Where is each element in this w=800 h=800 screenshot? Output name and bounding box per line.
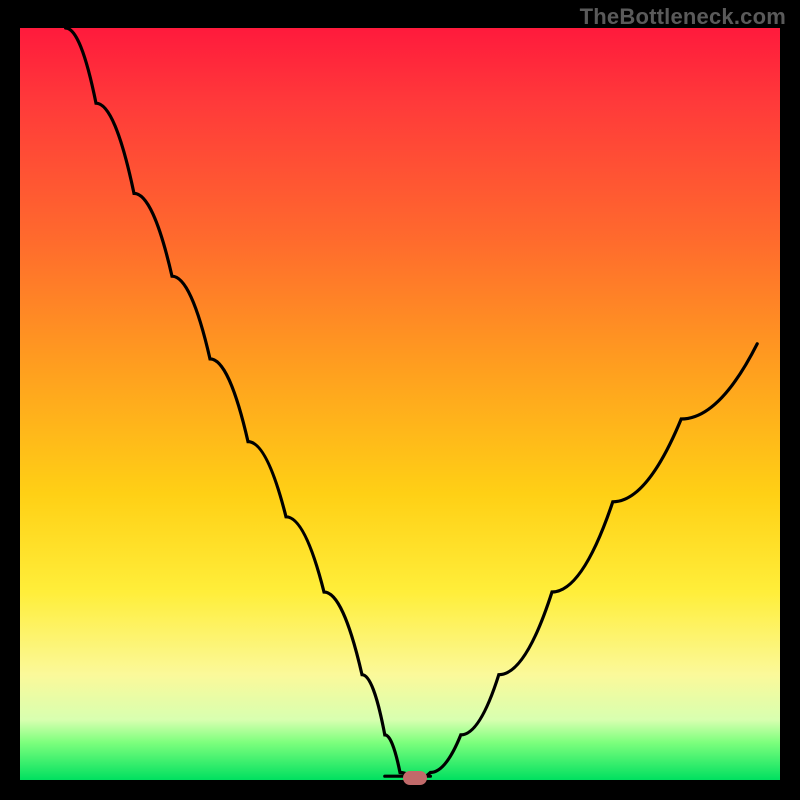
plot-area [20,28,780,780]
bottleneck-curve [20,28,780,780]
optimum-marker [403,771,427,785]
curve-path [66,28,758,780]
chart-frame: TheBottleneck.com [0,0,800,800]
watermark-text: TheBottleneck.com [580,4,786,30]
